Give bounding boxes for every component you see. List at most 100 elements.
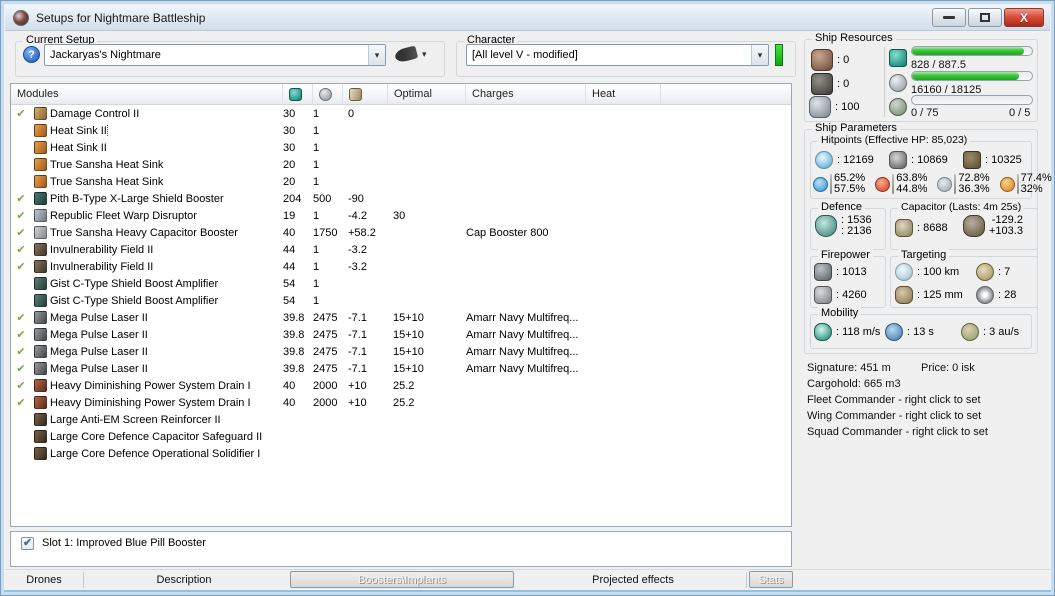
align-time-value: : 13 s — [907, 326, 934, 338]
calibration-value: : 100 — [835, 101, 860, 113]
capacitor-amount-value: : 8688 — [917, 222, 948, 234]
shield-amp-module-icon — [34, 277, 47, 290]
module-row[interactable]: ✔ Invulnerability Field II 44 1 -3.2 — [11, 258, 791, 275]
module-row[interactable]: ✔ Mega Pulse Laser II 39.8 2475 -7.1 15+10 Ama… — [11, 309, 791, 326]
speed-icon — [814, 323, 832, 341]
module-row[interactable]: ✔ Damage Control II 30 1 0 — [11, 105, 791, 122]
max-targets-icon — [976, 263, 994, 281]
tab-description[interactable]: Description — [84, 574, 284, 586]
column-powergrid[interactable] — [313, 84, 343, 104]
module-row[interactable]: Heat Sink II 30 1 — [11, 122, 791, 139]
module-name: Gist C-Type Shield Boost Amplifier — [50, 277, 219, 290]
module-name: Mega Pulse Laser II — [50, 328, 148, 341]
setup-dropdown-arrow-icon[interactable]: ▾ — [368, 45, 385, 65]
warp-disruptor-module-icon — [34, 209, 47, 222]
setup-combobox[interactable]: Jackaryas's Nightmare ▾ — [44, 44, 386, 66]
mobility-title: Mobility — [818, 307, 862, 319]
tab-stats[interactable]: Stats — [749, 571, 793, 588]
cpu-bar — [911, 46, 1033, 56]
drone-bandwidth-text: 0 / 75 — [911, 107, 939, 119]
ship-icon — [393, 45, 419, 64]
resist-bottom-value: 36.3% — [958, 183, 990, 195]
module-name: Large Core Defence Operational Solidifie… — [50, 447, 261, 460]
module-row[interactable]: ✔ Heavy Diminishing Power System Drain I4… — [11, 394, 791, 411]
close-button[interactable]: X — [1004, 8, 1044, 27]
squad-commander-text[interactable]: Squad Commander - right click to set — [807, 426, 988, 438]
warp-speed-value: : 3 au/s — [983, 326, 1020, 338]
speed-value: : 118 m/s — [836, 326, 881, 338]
module-row[interactable]: Large Anti-EM Screen Reinforcer II — [11, 411, 791, 428]
minimize-button[interactable] — [932, 8, 966, 27]
tab-drones[interactable]: Drones — [5, 574, 83, 586]
column-spacer — [661, 84, 791, 104]
module-row[interactable]: True Sansha Heat Sink 20 1 — [11, 173, 791, 190]
ship-export-dropdown-icon[interactable]: ▾ — [422, 49, 427, 60]
invuln-field-module-icon — [34, 243, 47, 256]
targeting-range-icon — [895, 263, 913, 281]
volley-icon — [814, 286, 832, 304]
resist-bottom-value: 57.5% — [834, 183, 866, 195]
thermal-resist-icon — [875, 176, 891, 192]
module-row[interactable]: True Sansha Heat Sink 20 1 — [11, 156, 791, 173]
character-dropdown-arrow-icon[interactable]: ▾ — [751, 45, 768, 65]
module-name: Mega Pulse Laser II — [50, 311, 148, 324]
titlebar[interactable]: Setups for Nightmare Battleship X — [5, 5, 1050, 31]
column-modules[interactable]: Modules — [11, 84, 283, 104]
ship-resources-title: Ship Resources — [812, 32, 896, 44]
shield-hp-value: : 12169 — [837, 154, 874, 166]
capacitor-icon — [349, 87, 362, 101]
module-row[interactable]: Gist C-Type Shield Boost Amplifier 54 1 — [11, 275, 791, 292]
defence-title: Defence — [818, 201, 865, 213]
resistances-row: 65.2% 57.5% 63.8% 44.8% 72.8% 36.3% 77.4% 32% — [813, 173, 1052, 195]
column-heat[interactable]: Heat — [586, 84, 661, 104]
module-list-header[interactable]: Modules Optimal Charges Heat — [11, 84, 791, 105]
nosferatu-module-icon — [34, 396, 47, 409]
column-charges[interactable]: Charges — [466, 84, 586, 104]
targeting-title: Targeting — [898, 249, 950, 261]
character-combobox[interactable]: [All level V - modified] ▾ — [466, 44, 769, 66]
module-name: Heat Sink II — [50, 141, 107, 154]
heat-sink-module-icon — [34, 124, 47, 137]
module-row[interactable]: Gist C-Type Shield Boost Amplifier 54 1 — [11, 292, 791, 309]
module-row[interactable]: Large Core Defence Operational Solidifie… — [11, 445, 791, 462]
column-cpu[interactable] — [283, 84, 313, 104]
tab-projected-effects[interactable]: Projected effects — [520, 574, 746, 586]
module-row[interactable]: ✔ Pith B-Type X-Large Shield Booster 204 50… — [11, 190, 791, 207]
module-row[interactable]: ✔ Mega Pulse Laser II 39.8 2475 -7.1 15+10 Ama… — [11, 360, 791, 377]
hitpoints-title: Hitpoints (Effective HP: 85,023) — [818, 134, 971, 146]
maximize-button[interactable] — [968, 8, 1002, 27]
help-icon[interactable]: ? — [23, 46, 40, 63]
turret-slots-icon — [811, 49, 833, 71]
booster-label: Slot 1: Improved Blue Pill Booster — [42, 537, 206, 549]
module-row[interactable]: ✔ Republic Fleet Warp Disruptor 19 1 -4.2 30 — [11, 207, 791, 224]
scan-resolution-icon — [895, 286, 913, 304]
heat-sink-module-icon — [34, 158, 47, 171]
pulse-laser-module-icon — [34, 362, 47, 375]
resist-bottom-value: 44.8% — [896, 183, 928, 195]
turret-dps-icon — [814, 263, 832, 281]
targeting-range-value: : 100 km — [917, 266, 960, 278]
sensor-strength-icon — [976, 286, 994, 304]
rig-module-icon — [34, 413, 47, 426]
character-combobox-value: [All level V - modified] — [472, 49, 578, 61]
column-capacitor[interactable] — [343, 84, 388, 104]
ship-export-button[interactable]: ▾ — [393, 45, 427, 64]
module-row[interactable]: ✔ True Sansha Heavy Capacitor Booster 40 17… — [11, 224, 791, 241]
module-row[interactable]: Heat Sink II 30 1 — [11, 139, 791, 156]
tab-boosters-implants[interactable]: Boosters\Implants — [290, 571, 514, 588]
column-optimal[interactable]: Optimal — [388, 84, 466, 104]
price-text: Price: 0 isk — [921, 362, 975, 374]
cap-in-value: +103.3 — [989, 225, 1023, 237]
module-row[interactable]: Large Core Defence Capacitor Safeguard I… — [11, 428, 791, 445]
module-row[interactable]: ✔ Mega Pulse Laser II 39.8 2475 -7.1 15+10 Ama… — [11, 343, 791, 360]
invuln-field-module-icon — [34, 260, 47, 273]
module-row[interactable]: ✔ Mega Pulse Laser II 39.8 2475 -7.1 15+10 Ama… — [11, 326, 791, 343]
booster-checkbox[interactable] — [21, 536, 34, 550]
fleet-commander-text[interactable]: Fleet Commander - right click to set — [807, 394, 981, 406]
capacitor-amount-icon — [895, 219, 913, 237]
module-row[interactable]: ✔ Heavy Diminishing Power System Drain I4… — [11, 377, 791, 394]
wing-commander-text[interactable]: Wing Commander - right click to set — [807, 410, 981, 422]
rig-module-icon — [34, 430, 47, 443]
module-name: Heavy Diminishing Power System Drain I — [50, 379, 251, 392]
module-row[interactable]: ✔ Invulnerability Field II 44 1 -3.2 — [11, 241, 791, 258]
